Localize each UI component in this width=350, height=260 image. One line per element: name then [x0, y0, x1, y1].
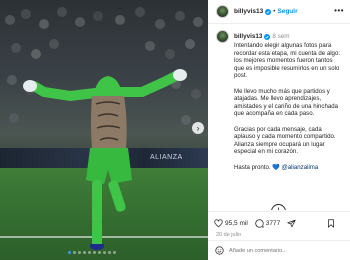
follow-button[interactable]: Seguir	[277, 8, 297, 15]
carousel-dot	[78, 251, 81, 254]
post-media[interactable]: ALIANZA ›	[0, 0, 208, 260]
share-icon	[287, 219, 296, 227]
comment-button[interactable]: 3777	[255, 218, 281, 228]
carousel-dot	[98, 251, 101, 254]
signoff-text: Hasta pronto.	[234, 163, 271, 171]
comments-count: 3777	[265, 219, 281, 227]
caption-paragraph: Intentando elegir algunas fotos para rec…	[234, 42, 341, 80]
more-options-icon[interactable]: •••	[334, 7, 344, 15]
caption-username[interactable]: billyvis13	[234, 33, 262, 40]
mention-link[interactable]: @alianzalima	[282, 164, 319, 171]
next-media-button[interactable]: ›	[192, 122, 204, 134]
comment-input[interactable]	[229, 247, 343, 254]
carousel-dot	[93, 251, 96, 254]
caption-area: billyvis13 8 sem Intentando elegir algun…	[208, 24, 350, 210]
post-header: billyvis13 • Seguir •••	[208, 0, 350, 24]
header-separator: •	[273, 8, 276, 15]
post-time: 8 sem	[272, 33, 290, 40]
likes-count: 95,5 mil	[225, 219, 248, 227]
verified-icon	[265, 8, 272, 15]
chevron-right-icon: ›	[196, 122, 200, 133]
caption-paragraph: Me llevo mucho más que partidos y atajad…	[234, 87, 338, 118]
save-button[interactable]	[327, 218, 337, 228]
comment-icon	[255, 218, 264, 228]
post-date[interactable]: 20 de julio	[216, 232, 241, 238]
share-button[interactable]	[287, 219, 298, 228]
avatar[interactable]	[216, 5, 229, 18]
bookmark-icon	[328, 218, 334, 228]
carousel-dot	[83, 251, 86, 254]
comment-composer	[208, 240, 350, 260]
carousel-dot	[103, 251, 106, 254]
avatar[interactable]	[216, 30, 229, 43]
caption-signoff: Hasta pronto. 💙 @alianzalima	[234, 164, 342, 172]
post-side-panel: billyvis13 • Seguir ••• billyvis13 8 sem…	[208, 0, 350, 260]
caption-text: Intentando elegir algunas fotos para rec…	[234, 42, 342, 171]
heart-icon	[214, 218, 223, 227]
like-button[interactable]: 95,5 mil	[214, 218, 248, 228]
load-more-comments-button[interactable]: +	[271, 204, 286, 210]
goalkeeper-figure	[23, 69, 187, 250]
action-bar: 95,5 mil 3777	[208, 211, 350, 234]
verified-icon	[264, 33, 271, 40]
emoji-icon[interactable]	[215, 246, 224, 255]
header-username[interactable]: billyvis13	[234, 8, 263, 15]
carousel-dot	[73, 251, 76, 254]
caption-paragraph: Gracias por cada mensaje, cada aplauso y…	[234, 125, 336, 156]
carousel-indicator	[68, 251, 116, 254]
carousel-dot	[108, 251, 111, 254]
blue-heart-emoji: 💙	[272, 163, 280, 171]
carousel-dot	[68, 251, 71, 254]
carousel-dot	[88, 251, 91, 254]
plus-circle-icon: +	[275, 206, 281, 211]
carousel-dot	[113, 251, 116, 254]
